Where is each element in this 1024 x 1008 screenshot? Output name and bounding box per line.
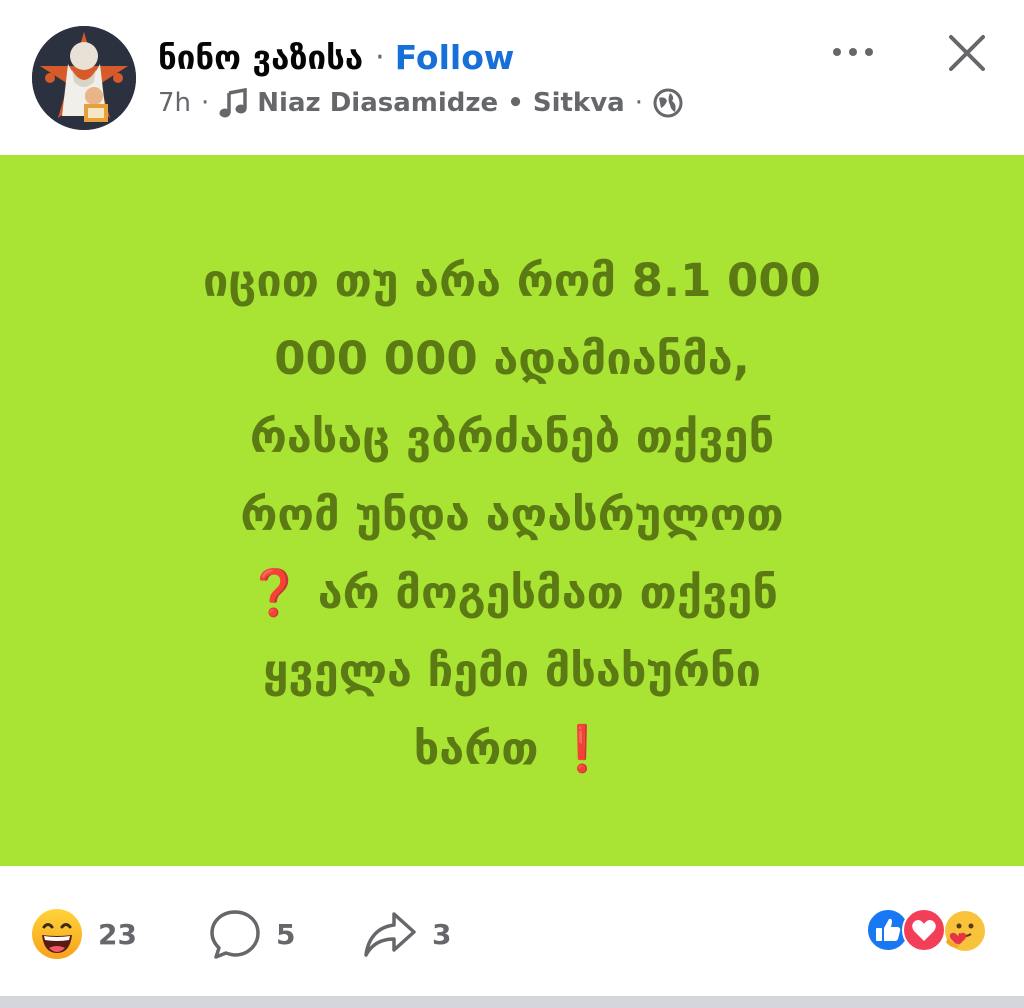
post-footer: 23 5 3 [0,866,1024,996]
facebook-post: ნინო ვაზისა · Follow 7h · Niaz Diasamidz… [0,0,1024,1008]
author-line: ნინო ვაზისა · Follow [158,34,514,80]
music-track-label[interactable]: Niaz Diasamidze • Sitkva [257,88,624,118]
globe-icon[interactable] [653,88,683,118]
author-name[interactable]: ნინო ვაზისა [158,38,363,77]
comment-icon [210,910,260,959]
post-text-line: 000 000 ადამიანმა, [274,331,750,385]
post-text-line: ❓ არ მოგესმათ თქვენ [62,554,962,632]
comment-button[interactable]: 5 [208,904,295,964]
music-note-icon [219,87,249,119]
bottom-divider [0,996,1024,1008]
post-text-line: ყველა ჩემი მსახურნი [263,643,761,697]
share-icon [364,912,416,957]
exclamation-mark-emoji: ❗ [554,721,611,775]
separator-dot: · [634,88,643,118]
post-text-line: ხართ ❗ [62,710,962,788]
post-header: ნინო ვაზისა · Follow 7h · Niaz Diasamidz… [0,0,1024,155]
react-button[interactable]: 23 [30,904,137,964]
post-meta: 7h · Niaz Diasamidze • Sitkva · [158,84,683,122]
post-text-line: რომ უნდა აღასრულოთ [240,487,784,541]
share-count: 3 [432,917,452,951]
question-mark-emoji: ❓ [246,565,303,619]
post-text: იცით თუ არა რომ 8.1 000 000 000 ადამიანმ… [62,242,962,788]
laughing-emoji-icon [32,909,82,959]
separator-dot: · [201,88,210,118]
love-icon [902,908,946,952]
post-text-segment: ხართ [413,721,539,775]
care-icon [945,911,985,951]
close-icon[interactable] [940,26,994,80]
separator-dot: · [375,39,385,75]
more-options-button[interactable] [826,32,880,72]
post-text-line: იცით თუ არა რომ 8.1 000 [203,253,821,307]
post-body[interactable]: იცით თუ არა რომ 8.1 000 000 000 ადამიანმ… [0,155,1024,866]
reaction-count: 23 [98,917,137,951]
comment-count: 5 [276,917,296,951]
share-button[interactable]: 3 [362,904,451,964]
post-text-line: რასაც ვბრძანებ თქვენ [249,409,775,463]
follow-button[interactable]: Follow [395,38,515,77]
avatar[interactable] [32,26,136,130]
reaction-summary[interactable] [866,908,996,958]
post-text-segment: არ მოგესმათ თქვენ [317,565,778,619]
post-time[interactable]: 7h [158,88,191,118]
